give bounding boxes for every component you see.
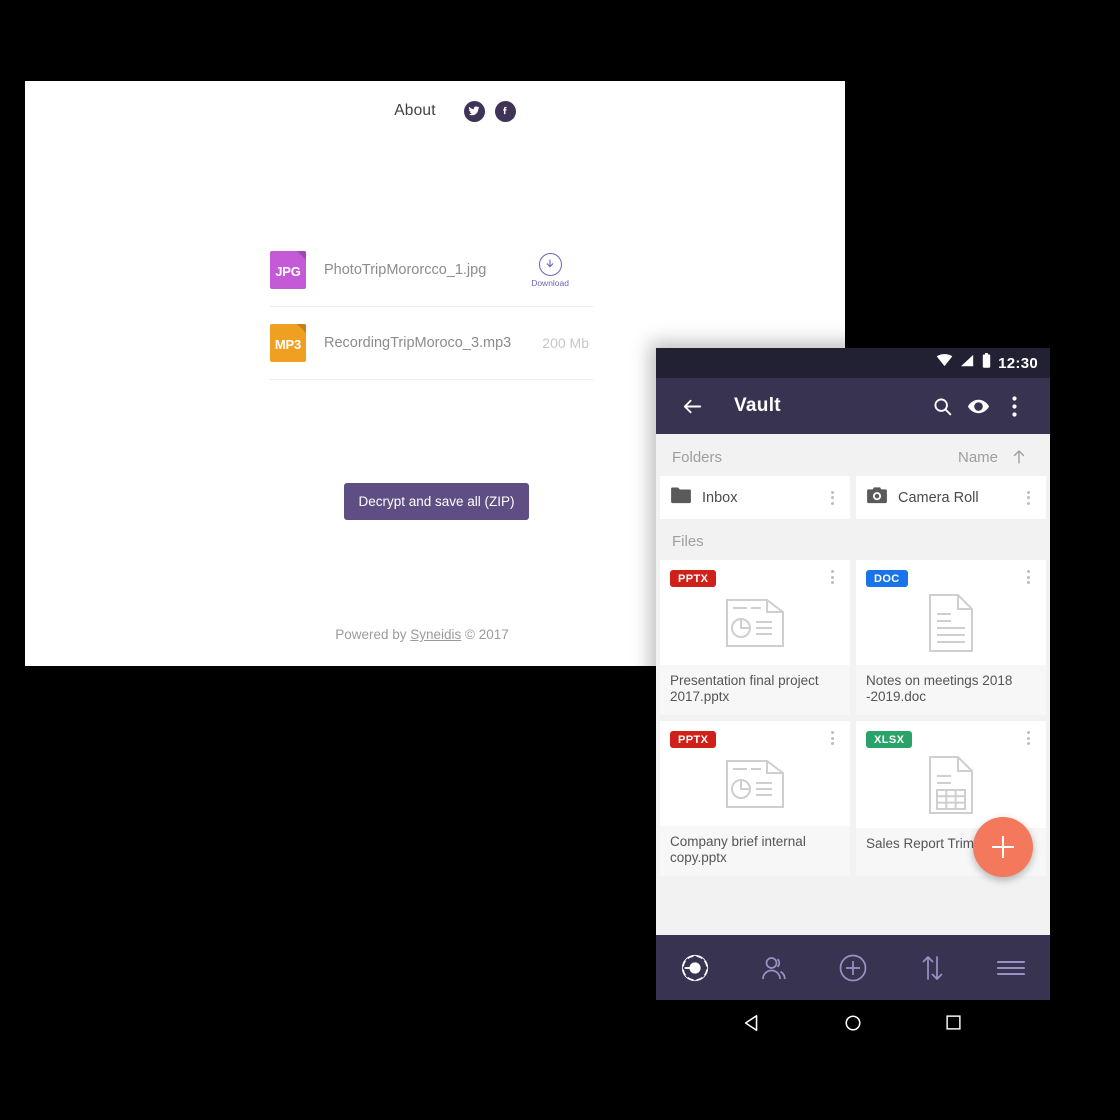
social-links: [463, 100, 516, 122]
android-status-bar: 12:30: [656, 348, 1050, 378]
download-label: Download: [531, 277, 569, 288]
download-arrow-icon: [538, 252, 562, 276]
file-name: PhotoTripMororcco_1.jpg: [324, 262, 487, 278]
folder-item-inbox[interactable]: Inbox: [660, 476, 850, 519]
files-section-header: Files: [656, 519, 1050, 560]
phone-screen: 12:30 Vault Folders Name Inbox Camera Ro…: [656, 348, 1050, 1000]
file-name: RecordingTripMoroco_3.mp3: [324, 335, 512, 351]
wifi-icon: [936, 354, 953, 372]
folder-overflow-icon[interactable]: [1020, 490, 1036, 505]
sort-by-label[interactable]: Name: [958, 449, 998, 466]
file-name: Notes on meetings 2018 -2019.doc: [856, 665, 1046, 715]
file-type-label: JPG: [275, 264, 301, 279]
presentation-file-icon: [660, 742, 850, 826]
file-name: Presentation final project 2017.pptx: [660, 665, 850, 715]
android-back-icon[interactable]: [729, 1008, 775, 1038]
decrypt-and-save-button[interactable]: Decrypt and save all (ZIP): [344, 483, 529, 520]
signal-icon: [960, 354, 975, 372]
android-home-icon[interactable]: [830, 1008, 876, 1038]
file-card[interactable]: PPTX Presentation final project 2017.ppt…: [660, 560, 850, 715]
file-card[interactable]: PPTX Company brief internal copy.pptx: [660, 721, 850, 876]
folders-section-header: Folders Name: [656, 434, 1050, 476]
back-arrow-icon[interactable]: [674, 388, 710, 424]
file-row[interactable]: MP3 RecordingTripMoroco_3.mp3 200 Mb: [270, 307, 593, 380]
search-icon[interactable]: [924, 388, 960, 424]
folders-grid: Inbox Camera Roll: [656, 476, 1050, 519]
mp3-file-icon: MP3: [270, 324, 306, 362]
folder-item-camera-roll[interactable]: Camera Roll: [856, 476, 1046, 519]
jpg-file-icon: JPG: [270, 251, 306, 289]
web-navbar: About: [25, 81, 845, 141]
folder-icon: [670, 486, 692, 509]
footer-prefix: Powered by: [335, 627, 411, 642]
presentation-file-icon: [660, 581, 850, 665]
folders-title: Folders: [672, 448, 723, 466]
files-title: Files: [672, 533, 704, 550]
nav-contacts-icon[interactable]: [748, 942, 800, 994]
syneidis-link[interactable]: Syneidis: [410, 627, 461, 642]
eye-icon[interactable]: [960, 388, 996, 424]
folder-name: Camera Roll: [898, 489, 979, 506]
android-recents-icon[interactable]: [931, 1008, 977, 1038]
bottom-navigation: [656, 935, 1050, 1000]
facebook-icon[interactable]: [494, 100, 516, 122]
file-card[interactable]: DOC Notes on meetings 2018 -2019.doc: [856, 560, 1046, 715]
nav-vault-icon[interactable]: [669, 942, 721, 994]
android-navigation-bar: [656, 1000, 1050, 1045]
screenshot-stage: About JPG PhotoTripMororcco_1.jpg Downlo…: [0, 0, 1120, 1120]
folder-overflow-icon[interactable]: [824, 490, 840, 505]
battery-icon: [982, 353, 991, 373]
nav-add-icon[interactable]: [827, 942, 879, 994]
status-clock: 12:30: [998, 354, 1038, 372]
nav-menu-icon[interactable]: [985, 942, 1037, 994]
spreadsheet-file-icon: [856, 742, 1046, 828]
download-button[interactable]: Download: [531, 252, 569, 288]
file-name: Company brief internal copy.pptx: [660, 826, 850, 876]
twitter-icon[interactable]: [463, 100, 485, 122]
file-type-label: MP3: [274, 337, 302, 352]
sort-ascending-icon[interactable]: [1010, 448, 1028, 466]
decrypted-file-list: JPG PhotoTripMororcco_1.jpg Download MP3…: [270, 234, 593, 380]
document-file-icon: [856, 581, 1046, 665]
footer-suffix: © 2017: [461, 627, 509, 642]
overflow-menu-icon[interactable]: [996, 388, 1032, 424]
folder-name: Inbox: [702, 489, 738, 506]
file-size: 200 Mb: [542, 335, 589, 351]
app-bar: Vault: [656, 378, 1050, 434]
nav-sync-icon[interactable]: [906, 942, 958, 994]
nav-link-about[interactable]: About: [394, 102, 436, 120]
add-fab-button[interactable]: [973, 817, 1033, 877]
camera-icon: [866, 486, 888, 509]
page-title: Vault: [734, 395, 781, 416]
file-row[interactable]: JPG PhotoTripMororcco_1.jpg Download: [270, 234, 593, 307]
